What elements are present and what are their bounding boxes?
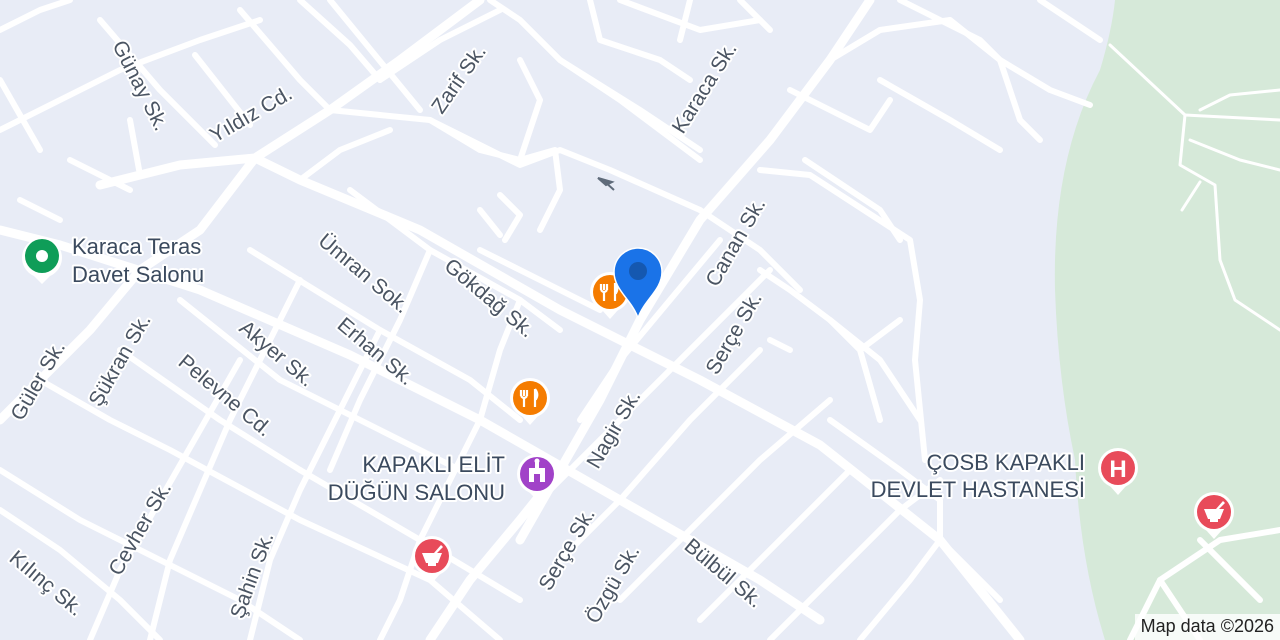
place-label-line1: KAPAKLI ELİT	[362, 452, 505, 477]
map-layer[interactable]: Günay Sk. Yıldız Cd. Zarif Sk. Karaca Sk…	[0, 0, 1280, 640]
map-attribution[interactable]: Map data ©2026	[1134, 614, 1280, 640]
place-label-line2: DÜĞÜN SALONU	[328, 480, 505, 505]
park-area	[1054, 0, 1280, 640]
place-label-line1: ÇOSB KAPAKLI	[926, 450, 1085, 475]
place-label-line2: Davet Salonu	[72, 262, 204, 287]
place-label-line2: DEVLET HASTANESİ	[871, 477, 1085, 502]
place-label-line1: Karaca Teras	[72, 234, 201, 259]
hospital-letter: H	[1109, 456, 1126, 483]
map-canvas[interactable]: Günay Sk. Yıldız Cd. Zarif Sk. Karaca Sk…	[0, 0, 1280, 640]
